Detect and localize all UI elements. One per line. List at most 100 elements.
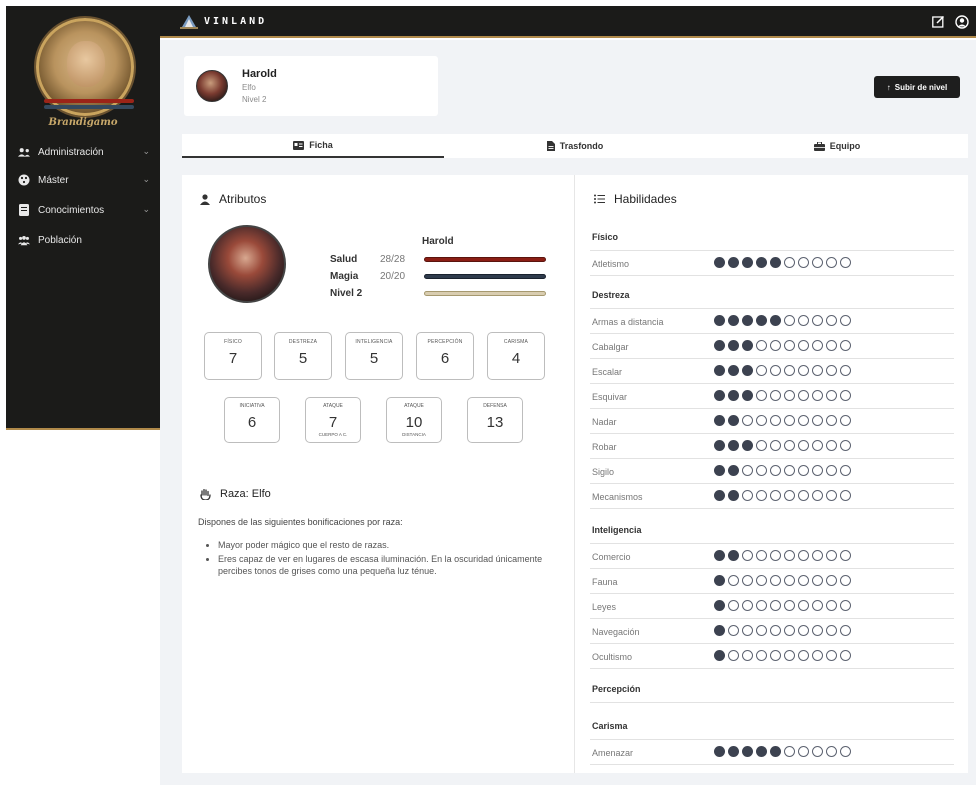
rating-dot-filled[interactable] xyxy=(742,365,753,376)
rating-dot-filled[interactable] xyxy=(742,340,753,351)
rating-dot-filled[interactable] xyxy=(728,315,739,326)
rating-dot-empty[interactable] xyxy=(826,415,837,426)
rating-dot-empty[interactable] xyxy=(770,625,781,636)
rating-dot-filled[interactable] xyxy=(728,465,739,476)
rating-dot-empty[interactable] xyxy=(756,390,767,401)
rating-dot-empty[interactable] xyxy=(812,575,823,586)
rating-dot-empty[interactable] xyxy=(784,415,795,426)
rating-dot-empty[interactable] xyxy=(798,340,809,351)
rating-dot-empty[interactable] xyxy=(742,600,753,611)
rating-dot-empty[interactable] xyxy=(812,365,823,376)
rating-dot-empty[interactable] xyxy=(784,257,795,268)
sidebar-item-master[interactable]: Máster ⌄ xyxy=(6,169,160,191)
rating-dot-empty[interactable] xyxy=(770,365,781,376)
rating-dot-empty[interactable] xyxy=(826,390,837,401)
rating-dot-empty[interactable] xyxy=(756,340,767,351)
rating-dot-empty[interactable] xyxy=(742,575,753,586)
rating-dot-empty[interactable] xyxy=(840,415,851,426)
rating-dot-empty[interactable] xyxy=(840,257,851,268)
rating-dot-empty[interactable] xyxy=(840,465,851,476)
rating-dot-filled[interactable] xyxy=(714,490,725,501)
rating-dot-empty[interactable] xyxy=(756,575,767,586)
rating-dot-filled[interactable] xyxy=(770,315,781,326)
rating-dot-filled[interactable] xyxy=(742,390,753,401)
rating-dot-empty[interactable] xyxy=(812,490,823,501)
rating-dot-empty[interactable] xyxy=(742,490,753,501)
rating-dot-filled[interactable] xyxy=(714,465,725,476)
rating-dot-empty[interactable] xyxy=(812,600,823,611)
rating-dot-empty[interactable] xyxy=(826,465,837,476)
rating-dot-empty[interactable] xyxy=(742,415,753,426)
rating-dot-empty[interactable] xyxy=(812,746,823,757)
rating-dot-empty[interactable] xyxy=(784,575,795,586)
level-up-button[interactable]: ↑ Subir de nivel xyxy=(874,76,960,98)
rating-dot-empty[interactable] xyxy=(770,440,781,451)
app-logo[interactable]: VINLAND xyxy=(180,13,267,29)
rating-dot-empty[interactable] xyxy=(784,625,795,636)
tab-ficha[interactable]: Ficha xyxy=(182,134,444,158)
rating-dot-empty[interactable] xyxy=(770,340,781,351)
rating-dot-filled[interactable] xyxy=(714,575,725,586)
rating-dot-filled[interactable] xyxy=(714,600,725,611)
rating-dot-empty[interactable] xyxy=(784,746,795,757)
rating-dot-filled[interactable] xyxy=(714,440,725,451)
rating-dot-empty[interactable] xyxy=(812,390,823,401)
rating-dot-empty[interactable] xyxy=(798,575,809,586)
rating-dot-filled[interactable] xyxy=(728,257,739,268)
rating-dot-empty[interactable] xyxy=(784,650,795,661)
user-circle-icon[interactable] xyxy=(955,15,969,29)
tab-trasfondo[interactable]: Trasfondo xyxy=(444,134,706,158)
rating-dot-filled[interactable] xyxy=(728,440,739,451)
rating-dot-empty[interactable] xyxy=(784,465,795,476)
rating-dot-filled[interactable] xyxy=(714,257,725,268)
rating-dot-filled[interactable] xyxy=(742,746,753,757)
rating-dot-empty[interactable] xyxy=(770,575,781,586)
rating-dot-empty[interactable] xyxy=(826,340,837,351)
rating-dot-empty[interactable] xyxy=(812,465,823,476)
tab-equipo[interactable]: Equipo xyxy=(706,134,968,158)
rating-dot-empty[interactable] xyxy=(840,746,851,757)
rating-dot-empty[interactable] xyxy=(840,340,851,351)
rating-dot-empty[interactable] xyxy=(742,550,753,561)
rating-dot-filled[interactable] xyxy=(742,315,753,326)
rating-dot-empty[interactable] xyxy=(798,650,809,661)
rating-dot-empty[interactable] xyxy=(840,550,851,561)
rating-dot-empty[interactable] xyxy=(756,440,767,451)
rating-dot-filled[interactable] xyxy=(728,390,739,401)
rating-dot-empty[interactable] xyxy=(756,550,767,561)
rating-dot-filled[interactable] xyxy=(714,340,725,351)
rating-dot-empty[interactable] xyxy=(812,415,823,426)
rating-dot-empty[interactable] xyxy=(770,390,781,401)
rating-dot-empty[interactable] xyxy=(742,650,753,661)
rating-dot-empty[interactable] xyxy=(826,746,837,757)
rating-dot-filled[interactable] xyxy=(742,440,753,451)
rating-dot-filled[interactable] xyxy=(728,746,739,757)
rating-dot-filled[interactable] xyxy=(714,746,725,757)
rating-dot-empty[interactable] xyxy=(784,365,795,376)
rating-dot-empty[interactable] xyxy=(742,625,753,636)
rating-dot-empty[interactable] xyxy=(826,650,837,661)
rating-dot-empty[interactable] xyxy=(812,440,823,451)
rating-dot-empty[interactable] xyxy=(812,340,823,351)
rating-dot-empty[interactable] xyxy=(756,625,767,636)
rating-dot-empty[interactable] xyxy=(784,600,795,611)
rating-dot-empty[interactable] xyxy=(798,490,809,501)
rating-dot-empty[interactable] xyxy=(784,550,795,561)
rating-dot-filled[interactable] xyxy=(714,550,725,561)
rating-dot-filled[interactable] xyxy=(756,746,767,757)
rating-dot-empty[interactable] xyxy=(742,465,753,476)
rating-dot-empty[interactable] xyxy=(840,625,851,636)
rating-dot-empty[interactable] xyxy=(756,600,767,611)
rating-dot-filled[interactable] xyxy=(742,257,753,268)
rating-dot-empty[interactable] xyxy=(770,550,781,561)
rating-dot-empty[interactable] xyxy=(728,625,739,636)
rating-dot-empty[interactable] xyxy=(728,575,739,586)
sidebar-item-conocimientos[interactable]: Conocimientos ⌄ xyxy=(6,199,160,221)
rating-dot-empty[interactable] xyxy=(798,315,809,326)
rating-dot-empty[interactable] xyxy=(798,746,809,757)
rating-dot-filled[interactable] xyxy=(714,415,725,426)
rating-dot-empty[interactable] xyxy=(826,550,837,561)
rating-dot-filled[interactable] xyxy=(756,315,767,326)
rating-dot-empty[interactable] xyxy=(840,490,851,501)
rating-dot-filled[interactable] xyxy=(728,550,739,561)
